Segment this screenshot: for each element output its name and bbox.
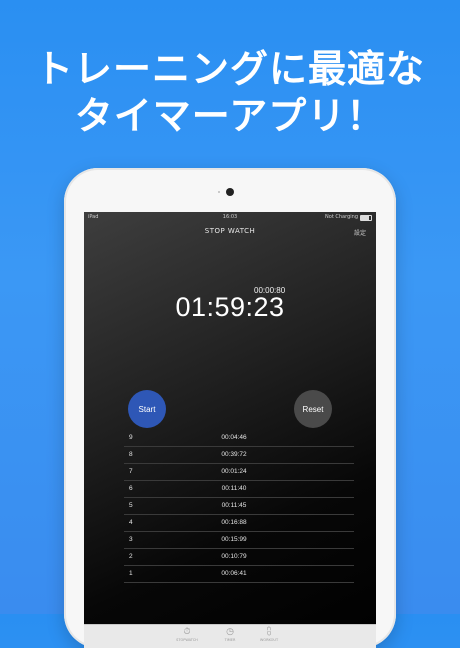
lap-row: 3 00:15:99 (124, 532, 354, 549)
nav-bar: STOP WATCH 設定 (84, 222, 376, 242)
lap-time: 00:10:79 (221, 553, 247, 560)
lap-time: 00:01:24 (221, 468, 247, 475)
battery-status-text: Not Charging (325, 214, 358, 220)
app-screen: iPad 16:03 Not Charging STOP WATCH 設定 00… (84, 212, 376, 648)
tab-label: WORKOUT (259, 638, 279, 642)
lap-time: 00:16:88 (221, 519, 247, 526)
lap-time: 00:15:99 (221, 536, 247, 543)
camera-icon (226, 188, 234, 196)
reset-button[interactable]: Reset (294, 390, 332, 428)
lap-row: 1 00:06:41 (124, 566, 354, 583)
ipad-frame: iPad 16:03 Not Charging STOP WATCH 設定 00… (64, 168, 396, 648)
settings-button[interactable]: 設定 (354, 228, 366, 237)
page-title: STOP WATCH (204, 227, 256, 235)
tab-workout[interactable]: ⩉ WORKOUT (244, 627, 294, 643)
lap-list: 9 00:04:46 8 00:39:72 7 00:01:24 6 00:11:40 … (124, 430, 354, 583)
lap-row: 9 00:04:46 (124, 430, 354, 447)
lap-row: 8 00:39:72 (124, 447, 354, 464)
lap-row: 4 00:16:88 (124, 515, 354, 532)
dumbbell-icon: ⩉ (266, 627, 272, 637)
tab-bar: ⏱ STOPWATCH ◷ TIMER ⩉ WORKOUT (84, 624, 376, 648)
lap-row: 6 00:11:40 (124, 481, 354, 498)
status-bar: iPad 16:03 Not Charging (84, 212, 376, 222)
start-button[interactable]: Start (128, 390, 166, 428)
lap-time: 00:04:46 (221, 434, 247, 441)
sensor-dot (218, 191, 220, 193)
headline-line-2: タイマーアプリ！ (74, 94, 386, 138)
main-timer-display: 01:59:23 (175, 292, 285, 322)
battery-icon (360, 215, 372, 221)
lap-row: 7 00:01:24 (124, 464, 354, 481)
lap-time: 00:06:41 (221, 570, 247, 577)
lap-time: 00:11:45 (221, 502, 247, 509)
lap-time: 00:11:40 (221, 485, 247, 492)
lap-row: 2 00:10:79 (124, 549, 354, 566)
lap-time: 00:39:72 (221, 451, 247, 458)
lap-row: 5 00:11:45 (124, 498, 354, 515)
